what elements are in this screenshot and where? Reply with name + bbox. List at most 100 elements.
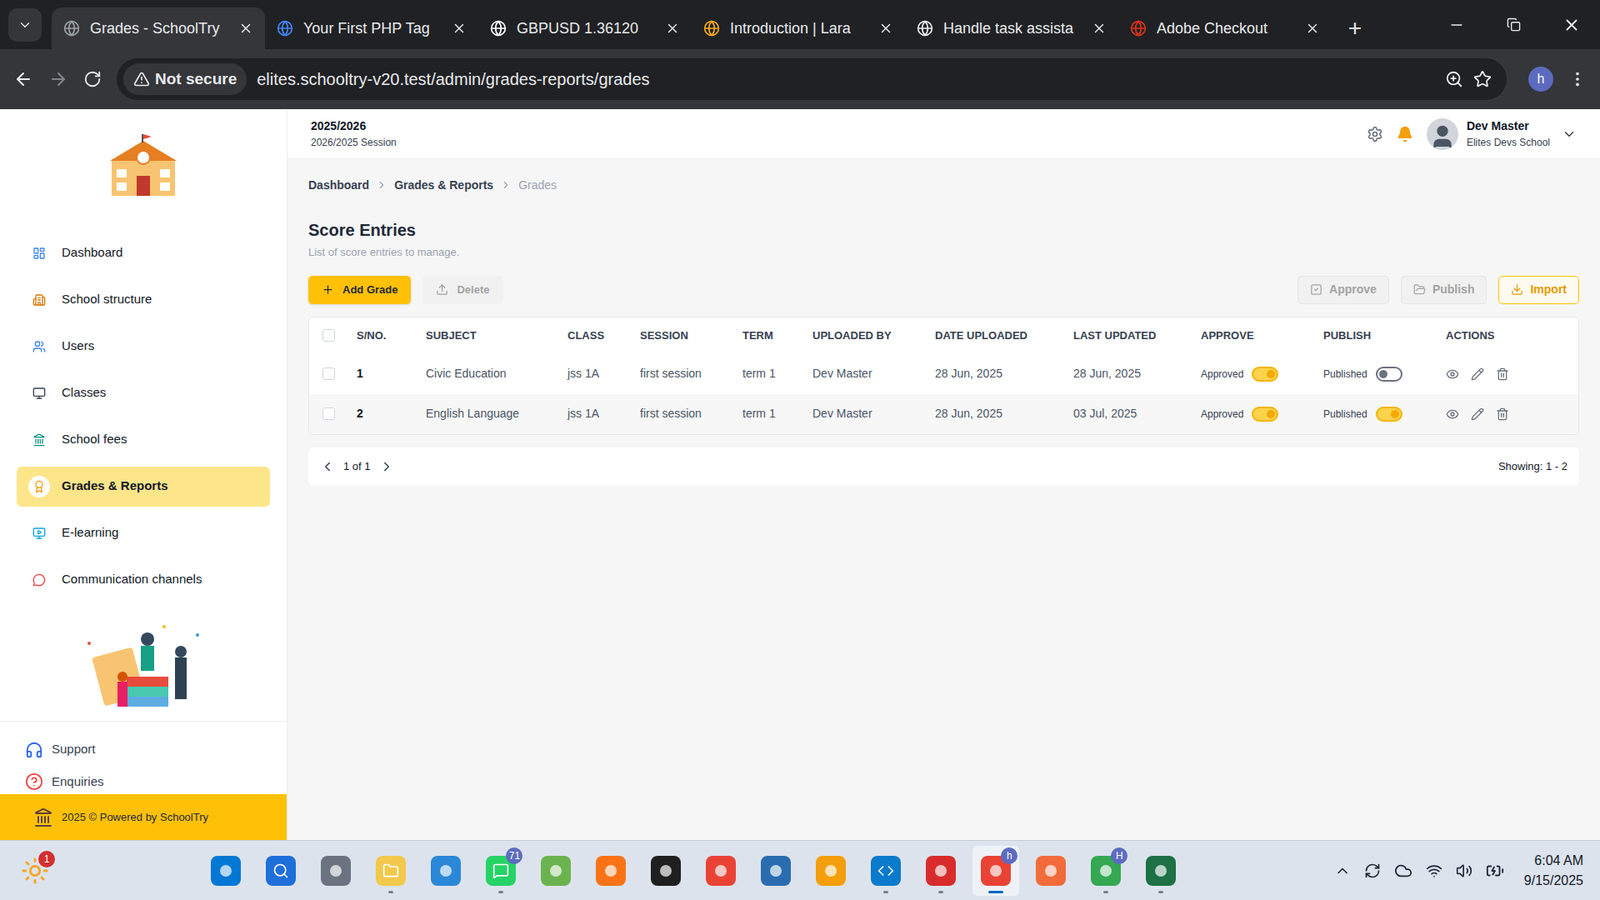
taskbar-app[interactable] [422,845,470,896]
notifications-icon[interactable] [1396,125,1414,143]
profile-avatar[interactable]: h [1528,66,1554,92]
taskbar-app[interactable] [312,845,360,896]
clock[interactable]: 6:04 AM9/15/2025 [1524,850,1584,891]
weather-widget[interactable]: 1 [16,852,54,890]
taskbar-app[interactable] [807,845,855,896]
browser-tab[interactable]: Adobe Checkout [1118,7,1332,50]
taskbar-app[interactable]: 71 [477,845,525,896]
publish-toggle[interactable] [1375,366,1403,382]
close-tab-icon[interactable] [1091,20,1107,36]
app-icon [760,855,791,886]
app-icon [210,855,241,886]
taskbar-app[interactable] [532,845,580,896]
sidebar-item[interactable]: School structure [16,280,270,320]
wifi-icon[interactable] [1425,862,1443,880]
close-tab-icon[interactable] [1305,20,1320,36]
running-indicator [1103,890,1109,894]
sidebar-item[interactable]: Users [16,326,270,367]
running-indicator [498,890,504,894]
next-page-icon[interactable] [379,459,395,475]
sync-icon[interactable] [1364,862,1381,880]
add-grade-button[interactable]: Add Grade [308,275,411,305]
toolbar-button-icon [1310,283,1323,296]
view-icon[interactable] [1445,367,1460,381]
zoom-icon[interactable] [1445,70,1464,89]
sidebar-item[interactable]: Communication channels [16,560,270,600]
close-window-button[interactable] [1542,0,1600,50]
security-chip[interactable]: Not secure [123,63,247,95]
taskbar-app[interactable] [587,845,635,896]
taskbar-app[interactable] [367,845,415,896]
close-tab-icon[interactable] [878,20,894,36]
battery-icon[interactable] [1485,861,1505,880]
taskbar-app[interactable] [1027,845,1075,896]
trash-icon[interactable] [1495,367,1510,381]
user-menu-chevron-icon[interactable] [1561,126,1577,142]
settings-icon[interactable] [1366,125,1384,143]
tray-overflow-icon[interactable] [1334,862,1351,880]
delete-button[interactable]: Delete [422,275,503,305]
browser-tab[interactable]: Your First PHP Tag [265,7,479,50]
cell-term: term 1 [742,365,813,383]
sidebar-bottom-item[interactable]: Enquiries [25,772,262,792]
cell-uploaded-by: Dev Master [812,365,935,383]
approve-toggle[interactable] [1251,406,1279,422]
user-avatar[interactable] [1426,118,1459,150]
publish-toggle[interactable] [1375,406,1403,422]
reload-icon[interactable] [83,70,102,89]
toolbar-button[interactable]: Approve [1297,275,1390,305]
browser-tab[interactable]: GBPUSD 1.36120 [478,7,692,50]
browser-tab[interactable]: Introduction | Lara [691,7,905,50]
edit-icon[interactable] [1470,367,1485,381]
taskbar-app[interactable]: h [972,845,1020,896]
address-bar[interactable]: Not secureelites.schooltry-v20.test/admi… [116,58,1507,100]
toolbar-button[interactable]: Publish [1400,275,1488,305]
table-row[interactable]: 2English Languagejss 1Afirst sessionterm… [309,394,1579,435]
prev-page-icon[interactable] [320,459,335,475]
breadcrumb-item[interactable]: Grades & Reports [394,176,494,195]
toolbar-button[interactable]: Import [1498,275,1580,305]
new-tab-button[interactable]: + [1338,11,1372,45]
row-checkbox[interactable] [322,367,335,380]
sidebar-bottom-item[interactable]: Support [25,740,262,760]
taskbar-app[interactable] [917,845,965,896]
onedrive-icon[interactable] [1394,861,1413,880]
taskbar-app[interactable] [642,845,690,896]
taskbar-app[interactable] [257,845,305,896]
forward-icon[interactable] [48,69,69,90]
sidebar-item[interactable]: Dashboard [16,233,270,274]
restore-button[interactable] [1485,0,1543,50]
minimize-button[interactable] [1427,0,1485,50]
sidebar-item[interactable]: E-learning [16,513,270,554]
row-checkbox[interactable] [322,329,335,342]
volume-icon[interactable] [1455,862,1473,880]
breadcrumb-item[interactable]: Dashboard [308,176,370,195]
sidebar-item[interactable]: Grades & Reports [16,466,270,507]
taskbar-app[interactable]: H [1082,845,1130,896]
browser-tab[interactable]: Handle task assista [905,7,1119,50]
plus-icon [321,283,335,296]
close-tab-icon[interactable] [665,20,680,36]
sidebar-item[interactable]: School fees [16,420,270,460]
taskbar-app[interactable] [862,845,910,896]
sidebar-item-icon [32,433,46,447]
sidebar-item[interactable]: Classes [16,373,270,414]
row-checkbox[interactable] [322,407,335,420]
view-icon[interactable] [1445,407,1460,421]
close-tab-icon[interactable] [238,20,254,36]
close-tab-icon[interactable] [451,20,467,36]
menu-icon[interactable] [1568,70,1587,89]
bookmark-star-icon[interactable] [1473,70,1492,89]
edit-icon[interactable] [1470,407,1485,421]
taskbar-app[interactable] [1137,845,1185,896]
approve-toggle[interactable] [1251,366,1279,382]
browser-tab[interactable]: Grades - SchoolTry [51,7,265,50]
cell-uploaded-by: Dev Master [812,405,935,423]
back-icon[interactable] [13,69,34,90]
taskbar-app[interactable] [202,845,250,896]
tab-list-button[interactable] [8,8,42,42]
trash-icon[interactable] [1495,407,1510,421]
taskbar-app[interactable] [697,845,745,896]
taskbar-app[interactable] [752,845,800,896]
table-row[interactable]: 1Civic Educationjss 1Afirst sessionterm … [309,354,1579,395]
